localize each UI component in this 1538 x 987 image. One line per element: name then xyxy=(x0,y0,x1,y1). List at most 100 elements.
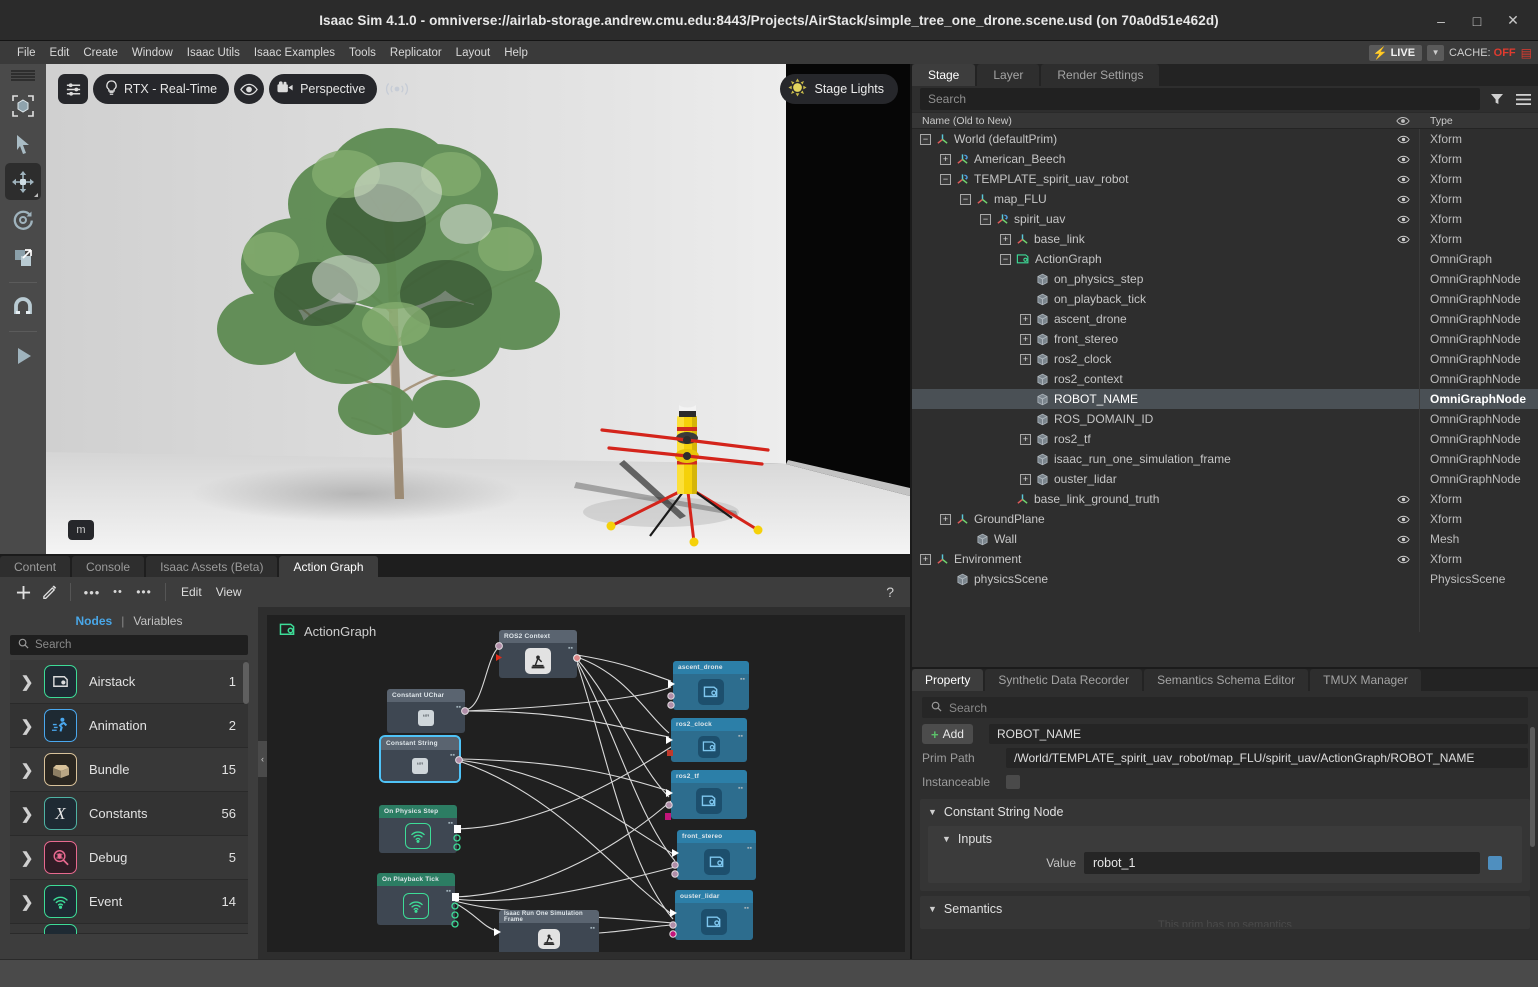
stage-tree-row[interactable]: ROS_DOMAIN_IDOmniGraphNode xyxy=(912,409,1538,429)
node-menu-icon[interactable]: ▪▪ xyxy=(738,785,743,792)
expand-button[interactable]: + xyxy=(1020,434,1031,445)
expand-button[interactable]: + xyxy=(940,154,951,165)
live-toggle[interactable]: ⚡ LIVE xyxy=(1369,45,1422,61)
stage-tree-row[interactable]: +ros2_tfOmniGraphNode xyxy=(912,429,1538,449)
visibility-toggle[interactable] xyxy=(1386,135,1420,144)
value-input[interactable]: robot_1 xyxy=(1084,852,1480,874)
menu-help[interactable]: Help xyxy=(497,44,535,62)
tab-layer[interactable]: Layer xyxy=(977,64,1039,86)
chevron-right-icon[interactable]: ❯ xyxy=(10,805,44,823)
bbox-select-tool[interactable] xyxy=(5,87,41,124)
node-menu-icon[interactable]: ▪▪ xyxy=(456,704,461,711)
stage-tree-row[interactable]: on_playback_tickOmniGraphNode xyxy=(912,289,1538,309)
node-search-input[interactable]: Search xyxy=(10,635,248,655)
graph-node-ros2-clock[interactable]: ros2_clock ▪▪ xyxy=(671,718,747,762)
chevron-right-icon[interactable]: ❯ xyxy=(10,761,44,779)
stage-tree-row[interactable]: −TEMPLATE_spirit_uav_robotXform xyxy=(912,169,1538,189)
node-menu-icon[interactable]: ▪▪ xyxy=(740,676,745,683)
prim-name-field[interactable]: ROBOT_NAME xyxy=(989,724,1528,744)
graph-node-ros2-tf[interactable]: ros2_tf ▪▪ xyxy=(671,770,747,819)
graph-node-on-physics-step[interactable]: On Physics Step ▪▪ xyxy=(379,805,457,853)
chevron-right-icon[interactable]: ❯ xyxy=(10,673,44,691)
node-category-constants[interactable]: ❯ X Constants 56 xyxy=(10,792,248,836)
menu-file[interactable]: File xyxy=(10,44,43,62)
menu-window[interactable]: Window xyxy=(125,44,180,62)
menu-isaac-utils[interactable]: Isaac Utils xyxy=(180,44,247,62)
collapse-button[interactable]: − xyxy=(940,174,951,185)
value-color-swatch[interactable] xyxy=(1488,856,1502,870)
edit-menu-button[interactable]: Edit xyxy=(174,585,209,599)
tab-stage[interactable]: Stage xyxy=(912,64,975,86)
tab-console[interactable]: Console xyxy=(72,556,144,577)
expand-button[interactable]: + xyxy=(1020,314,1031,325)
mode-nodes[interactable]: Nodes xyxy=(76,614,113,628)
stage-tree-row[interactable]: on_physics_stepOmniGraphNode xyxy=(912,269,1538,289)
visibility-toggle[interactable] xyxy=(1386,555,1420,564)
units-badge[interactable]: m xyxy=(68,520,94,540)
select-cursor-tool[interactable] xyxy=(5,125,41,162)
menu-create[interactable]: Create xyxy=(76,44,125,62)
node-category-airstack[interactable]: ❯ Airstack 1 xyxy=(10,660,248,704)
question-icon[interactable]: ? xyxy=(886,584,894,600)
stage-tree-row[interactable]: +ros2_clockOmniGraphNode xyxy=(912,349,1538,369)
stage-search-input[interactable]: Search xyxy=(920,88,1480,110)
stage-tree-row[interactable]: +ascent_droneOmniGraphNode xyxy=(912,309,1538,329)
camera-selector[interactable]: Perspective xyxy=(269,74,377,104)
node-menu-icon[interactable]: ▪▪ xyxy=(590,925,595,932)
eye-icon[interactable] xyxy=(234,74,264,104)
stage-tree-row[interactable]: +ouster_lidarOmniGraphNode xyxy=(912,469,1538,489)
tab-action-graph[interactable]: Action Graph xyxy=(279,556,377,577)
graph-node-constant-uchar[interactable]: Constant UChar ▪▪ “” xyxy=(387,689,465,733)
menu-tools[interactable]: Tools xyxy=(342,44,383,62)
node-menu-icon[interactable]: ▪▪ xyxy=(446,888,451,895)
hamburger-icon[interactable] xyxy=(1514,90,1532,108)
expand-button[interactable]: + xyxy=(1020,334,1031,345)
node-menu-icon[interactable]: ▪▪ xyxy=(747,845,752,852)
instanceable-checkbox[interactable] xyxy=(1006,775,1020,789)
section-header[interactable]: ▼ Constant String Node xyxy=(920,805,1530,819)
tab-tmux-manager[interactable]: TMUX Manager xyxy=(1310,669,1421,691)
visibility-toggle[interactable] xyxy=(1386,235,1420,244)
toolbar-drag-handle[interactable] xyxy=(11,70,35,81)
expand-button[interactable]: + xyxy=(1020,474,1031,485)
visibility-toggle[interactable] xyxy=(1386,215,1420,224)
collapse-button[interactable]: − xyxy=(980,214,991,225)
snap-tool[interactable] xyxy=(5,288,41,325)
node-menu-icon[interactable]: ▪▪ xyxy=(568,645,573,652)
rotate-tool[interactable] xyxy=(5,201,41,238)
action-graph-canvas[interactable]: ActionGraph xyxy=(267,615,905,952)
graph-node-front-stereo[interactable]: front_stereo ▪▪ xyxy=(677,830,756,880)
stage-tree-row[interactable]: −World (defaultPrim)Xform xyxy=(912,129,1538,149)
expand-button[interactable]: + xyxy=(940,514,951,525)
scale-tool[interactable] xyxy=(5,239,41,276)
stage-tree-row[interactable]: +GroundPlaneXform xyxy=(912,509,1538,529)
expand-button[interactable]: + xyxy=(1020,354,1031,365)
column-header-type[interactable]: Type xyxy=(1420,115,1538,127)
move-tool[interactable] xyxy=(5,163,41,200)
node-menu-icon[interactable]: ▪▪ xyxy=(744,905,749,912)
plus-icon[interactable] xyxy=(10,580,36,604)
close-button[interactable]: ✕ xyxy=(1496,6,1530,36)
node-menu-icon[interactable]: ▪▪ xyxy=(450,752,455,759)
stage-tree[interactable]: −World (defaultPrim)Xform+American_Beech… xyxy=(912,129,1538,632)
viewport-settings-button[interactable] xyxy=(58,74,88,104)
pencil-icon[interactable] xyxy=(36,580,62,604)
maximize-button[interactable]: □ xyxy=(1460,6,1494,36)
prim-path-field[interactable]: /World/TEMPLATE_spirit_uav_robot/map_FLU… xyxy=(1006,748,1528,768)
visibility-toggle[interactable] xyxy=(1386,495,1420,504)
renderer-selector[interactable]: RTX - Real-Time xyxy=(93,74,229,104)
tab-render-settings[interactable]: Render Settings xyxy=(1041,64,1159,86)
node-menu-icon[interactable]: ▪▪ xyxy=(448,820,453,827)
property-search-input[interactable]: Search xyxy=(922,697,1528,718)
viewport-3d[interactable]: RTX - Real-Time Perspective xyxy=(46,64,910,554)
node-menu-icon[interactable]: ▪▪ xyxy=(738,733,743,740)
funnel-icon[interactable] xyxy=(1488,90,1506,108)
ellipsis-icon-2[interactable]: ••• xyxy=(131,580,157,604)
stage-tree-row[interactable]: −spirit_uavXform xyxy=(912,209,1538,229)
visibility-toggle[interactable] xyxy=(1386,175,1420,184)
graph-node-ros2-context[interactable]: ROS2 Context ▪▪ xyxy=(499,630,577,678)
mode-variables[interactable]: Variables xyxy=(133,614,182,628)
collapse-button[interactable]: − xyxy=(920,134,931,145)
stage-tree-row[interactable]: +EnvironmentXform xyxy=(912,549,1538,569)
column-header-name[interactable]: Name (Old to New) xyxy=(912,115,1386,127)
